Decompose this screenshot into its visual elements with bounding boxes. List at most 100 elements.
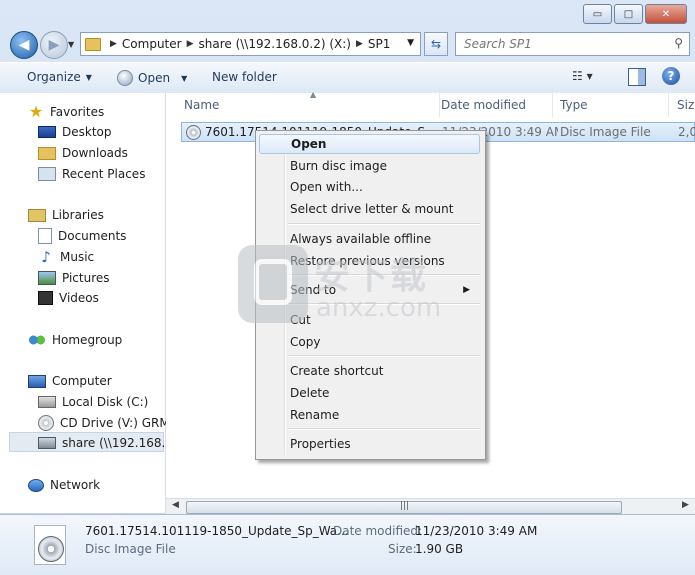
search-icon[interactable]: ⚲: [674, 36, 683, 50]
sidebar-item-documents[interactable]: Documents: [38, 227, 126, 245]
menu-item-properties[interactable]: Properties: [259, 434, 480, 454]
cd-drive-icon: [38, 415, 54, 431]
sidebar-item-pictures[interactable]: Pictures: [38, 269, 110, 287]
sidebar-item-videos[interactable]: Videos: [38, 289, 99, 307]
menu-item-select-drive-letter[interactable]: Select drive letter & mount: [259, 199, 480, 219]
file-size-cell: 2,0: [678, 125, 695, 139]
chevron-right-icon[interactable]: ▶: [356, 39, 363, 49]
open-button[interactable]: Open ▼: [117, 70, 187, 86]
navigation-pane: ★ Favorites Desktop Downloads Recent Pla…: [0, 93, 189, 513]
breadcrumb-share[interactable]: share (\\192.168.0.2) (X:): [199, 37, 352, 51]
command-bar: Organize ▼ Open ▼ New folder ☷ ▾ ?: [0, 62, 695, 94]
address-bar[interactable]: ▶ Computer ▶ share (\\192.168.0.2) (X:) …: [80, 32, 421, 56]
details-date-value: 11/23/2010 3:49 AM: [415, 524, 538, 538]
maximize-button[interactable]: □: [614, 4, 643, 24]
sidebar-item-downloads[interactable]: Downloads: [38, 144, 128, 162]
chevron-down-icon: ▼: [85, 72, 92, 82]
search-box[interactable]: ⚲: [455, 32, 690, 56]
breadcrumb-sp1[interactable]: SP1: [368, 37, 391, 51]
search-input[interactable]: [462, 36, 656, 52]
menu-item-open[interactable]: Open: [259, 134, 480, 154]
column-header-label: Type: [560, 98, 588, 112]
sidebar-item-favorites[interactable]: ★ Favorites: [28, 103, 104, 121]
star-icon: ★: [28, 102, 44, 121]
scroll-left-arrow-icon[interactable]: ◀: [172, 500, 179, 510]
sidebar-item-label: Desktop: [62, 125, 112, 139]
recent-pages-dropdown[interactable]: ▼: [68, 40, 74, 49]
title-bar: ▭ □ ✕: [0, 0, 695, 28]
sidebar-item-network[interactable]: Network: [28, 476, 100, 494]
address-dropdown-icon[interactable]: ▼: [407, 38, 414, 48]
forward-arrow-icon: ▶: [48, 37, 60, 53]
menu-item-send-to[interactable]: Send to ▶: [259, 280, 480, 300]
navigation-bar: ◀ ▶ ▼ ▶ Computer ▶ share (\\192.168.0.2)…: [0, 28, 695, 60]
sidebar-item-desktop[interactable]: Desktop: [38, 123, 112, 141]
minimize-button[interactable]: ▭: [583, 4, 612, 24]
menu-separator: [288, 355, 480, 357]
sidebar-item-cd-drive[interactable]: CD Drive (V:) GRMSP: [38, 414, 185, 432]
chevron-down-icon[interactable]: ▼: [181, 74, 187, 83]
sidebar-item-recent-places[interactable]: Recent Places: [38, 165, 145, 183]
column-header-size[interactable]: Size: [669, 93, 695, 117]
sidebar-item-label: Documents: [58, 229, 127, 243]
sidebar-item-libraries[interactable]: Libraries: [28, 206, 104, 224]
menu-separator: [288, 274, 480, 276]
sidebar-item-label: Videos: [59, 291, 99, 305]
menu-item-open-with[interactable]: Open with...: [259, 177, 480, 197]
details-size-label: Size:: [388, 542, 417, 556]
folder-icon: [85, 37, 101, 51]
open-label: Open: [138, 71, 171, 85]
sidebar-item-label: Downloads: [62, 146, 128, 160]
menu-item-always-available-offline[interactable]: Always available offline: [259, 229, 480, 249]
recent-places-icon: [38, 167, 56, 181]
scroll-grip-icon: |||: [400, 501, 410, 511]
menu-item-copy[interactable]: Copy: [259, 332, 480, 352]
scroll-right-arrow-icon[interactable]: ▶: [682, 500, 689, 510]
explorer-window: ▭ □ ✕ ◀ ▶ ▼ ▶ Computer ▶ share (\\192.16…: [0, 0, 695, 575]
sidebar-item-label: Music: [60, 250, 95, 264]
documents-icon: [38, 228, 52, 244]
disc-mount-icon: [117, 70, 133, 86]
music-note-icon: ♪: [41, 248, 51, 266]
breadcrumb-computer[interactable]: Computer: [122, 37, 182, 51]
horizontal-scrollbar[interactable]: ◀ ||| ▶: [166, 498, 695, 515]
menu-item-cut[interactable]: Cut: [259, 310, 480, 330]
forward-button[interactable]: ▶: [40, 31, 68, 59]
menu-item-burn-disc-image[interactable]: Burn disc image: [259, 156, 480, 176]
sidebar-item-music[interactable]: ♪ Music: [38, 248, 94, 266]
homegroup-icon: [28, 333, 46, 347]
column-header-type[interactable]: Type: [552, 93, 669, 117]
sort-ascending-icon: ▲: [310, 90, 317, 99]
sidebar-item-local-disk[interactable]: Local Disk (C:): [38, 393, 148, 411]
new-folder-button[interactable]: New folder: [212, 70, 277, 84]
scrollbar-thumb[interactable]: |||: [186, 501, 622, 514]
new-folder-label: New folder: [212, 70, 277, 84]
column-header-name[interactable]: Name ▲: [176, 90, 440, 117]
sidebar-item-computer[interactable]: Computer: [28, 372, 112, 390]
organize-button[interactable]: Organize ▼: [27, 70, 92, 84]
close-icon: ✕: [661, 8, 671, 20]
sidebar-item-label: Homegroup: [52, 333, 123, 347]
chevron-right-icon[interactable]: ▶: [187, 39, 194, 49]
menu-item-restore-previous-versions[interactable]: Restore previous versions: [259, 251, 480, 271]
menu-item-delete[interactable]: Delete: [259, 383, 480, 403]
menu-item-rename[interactable]: Rename: [259, 405, 480, 425]
chevron-right-icon[interactable]: ▶: [110, 39, 117, 49]
details-file-type: Disc Image File: [85, 542, 176, 556]
downloads-folder-icon: [38, 146, 56, 160]
network-drive-icon: [38, 437, 56, 449]
sidebar-item-homegroup[interactable]: Homegroup: [28, 331, 122, 349]
menu-item-create-shortcut[interactable]: Create shortcut: [259, 361, 480, 381]
organize-label: Organize: [27, 70, 81, 84]
back-button[interactable]: ◀: [10, 31, 38, 59]
help-button[interactable]: ?: [662, 67, 680, 85]
help-icon: ?: [667, 69, 675, 83]
sidebar-item-label: Computer: [52, 374, 112, 388]
column-header-date-modified[interactable]: Date modified: [433, 93, 553, 117]
close-button[interactable]: ✕: [645, 4, 687, 24]
context-menu: Open Burn disc image Open with... Select…: [255, 130, 486, 460]
refresh-button[interactable]: ⇆: [424, 32, 448, 56]
change-view-button[interactable]: ☷ ▾: [572, 69, 593, 83]
menu-separator: [288, 303, 480, 305]
preview-pane-button[interactable]: [628, 68, 646, 86]
